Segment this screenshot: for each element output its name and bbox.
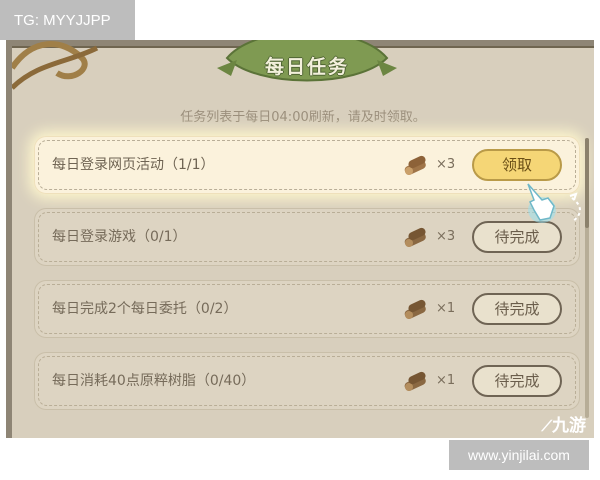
- wood-icon: [404, 227, 426, 247]
- game-screen: 每日任务 任务列表于每日04:00刷新，请及时领取。 每日登录网页活动（1/1）…: [6, 40, 594, 438]
- reward-count: ×1: [436, 373, 456, 388]
- task-row: 每日登录网页活动（1/1） ×3 领取: [34, 136, 580, 194]
- reward-count: ×3: [436, 157, 456, 172]
- next-arrow-icon[interactable]: [568, 190, 592, 230]
- refresh-notice: 任务列表于每日04:00刷新，请及时领取。: [180, 110, 426, 125]
- task-row: 每日登录游戏（0/1） ×3 待完成: [34, 208, 580, 266]
- tg-watermark-label: TG: MYYJJPP: [0, 0, 135, 40]
- url-watermark-label: www.yinjilai.com: [449, 440, 589, 470]
- task-row: 每日消耗40点原粹树脂（0/40） ×1 待完成: [34, 352, 580, 410]
- task-name: 每日登录游戏（0/1）: [52, 229, 187, 245]
- vine-decoration-icon: [12, 41, 99, 90]
- task-name: 每日消耗40点原粹树脂（0/40）: [52, 373, 256, 389]
- scrollbar[interactable]: [584, 138, 590, 418]
- task-name: 每日完成2个每日委托（0/2）: [52, 301, 238, 317]
- jiuyou-logo: ⟋九游: [541, 416, 586, 435]
- title-banner: 每日任务: [217, 40, 397, 98]
- wood-icon: [404, 371, 426, 391]
- task-name: 每日登录网页活动（1/1）: [52, 157, 215, 173]
- task-row: 每日完成2个每日委托（0/2） ×1 待完成: [34, 280, 580, 338]
- pending-button[interactable]: 待完成: [472, 293, 562, 325]
- wood-icon: [404, 299, 426, 319]
- reward-count: ×1: [436, 301, 456, 316]
- pending-button[interactable]: 待完成: [472, 365, 562, 397]
- reward-count: ×3: [436, 229, 456, 244]
- pointer-hand-icon: [527, 183, 556, 223]
- wood-icon: [404, 155, 426, 175]
- dialog-title: 每日任务: [264, 56, 349, 78]
- daily-tasks-panel: 每日任务 任务列表于每日04:00刷新，请及时领取。 每日登录网页活动（1/1）…: [12, 40, 594, 438]
- claim-button[interactable]: 领取: [472, 149, 562, 181]
